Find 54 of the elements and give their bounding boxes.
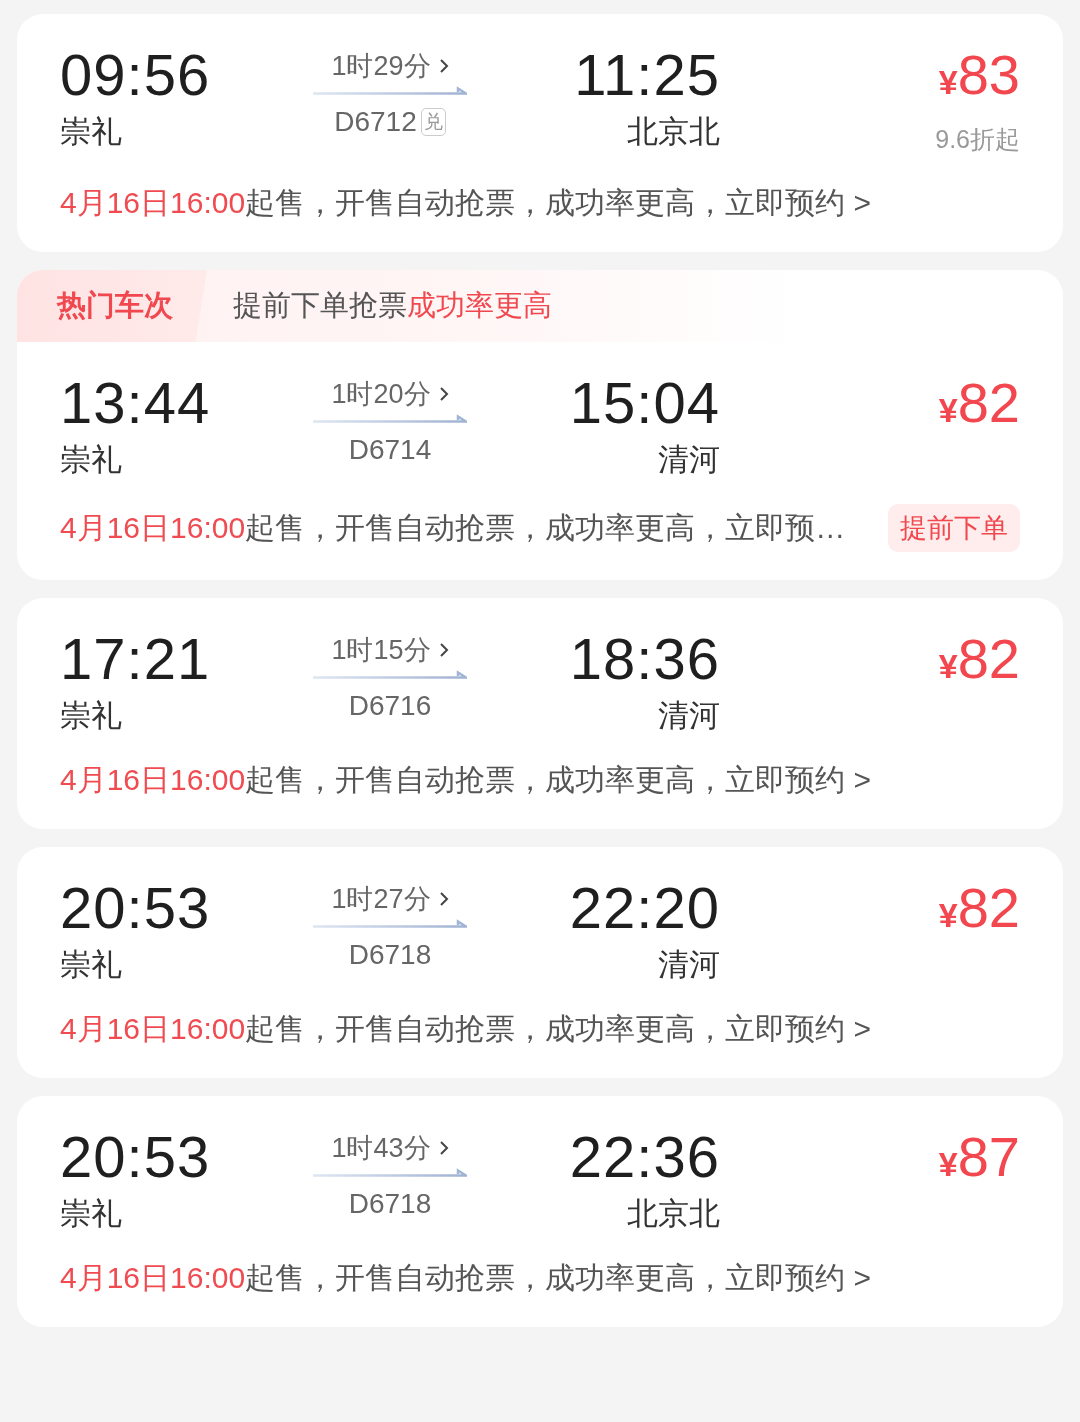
train-number: D6712	[334, 105, 417, 139]
chevron-icon	[438, 642, 449, 658]
sale-notice[interactable]: 4月16日16:00起售，开售自动抢票，成功率更高，立即预…	[60, 507, 846, 549]
train-number: D6718	[348, 1187, 432, 1221]
train-number: D6716	[348, 689, 432, 723]
price: ¥82	[938, 875, 1020, 941]
duration: 1时29分	[331, 50, 431, 83]
duration: 1时15分	[331, 634, 431, 667]
arrival-time: 22:20	[569, 874, 720, 942]
chevron-icon	[438, 386, 449, 402]
exchange-badge: 兑	[420, 108, 446, 136]
duration: 1时43分	[331, 1132, 431, 1165]
departure-time: 09:56	[60, 41, 211, 109]
price: ¥82	[938, 626, 1020, 692]
departure-station: 崇礼	[60, 441, 122, 479]
sale-notice[interactable]: 4月16日16:00起售，开售自动抢票，成功率更高，立即预约 >	[60, 760, 871, 801]
arrival-station: 清河	[658, 946, 720, 984]
discount-text: 9.6折起	[935, 124, 1020, 155]
chevron-icon	[438, 1140, 449, 1156]
duration: 1时20分	[331, 378, 431, 411]
departure-station: 崇礼	[60, 946, 122, 984]
arrival-time: 11:25	[574, 41, 720, 109]
arrival-station: 北京北	[627, 113, 720, 151]
price: ¥87	[938, 1124, 1020, 1190]
departure-time: 20:53	[60, 1123, 211, 1191]
train-card[interactable]: 20:53 崇礼 1时43分 D6718 22:36 北京北 ¥87 4月16日16:00起售，开售自动抢票，成功率更高，立即预约 >	[17, 1096, 1063, 1327]
train-number: D6718	[348, 938, 432, 972]
departure-station: 崇礼	[60, 1195, 122, 1233]
chevron-icon	[438, 58, 449, 74]
train-card[interactable]: 17:21 崇礼 1时15分 D6716 18:36 清河 ¥82 4月16日16:00起售，开售自动抢票，成功率更高，立即预约 >	[17, 598, 1063, 829]
price: ¥82	[938, 370, 1020, 436]
price: ¥83	[938, 42, 1020, 108]
arrival-station: 清河	[658, 697, 720, 735]
departure-time: 17:21	[60, 625, 211, 693]
sale-notice[interactable]: 4月16日16:00起售，开售自动抢票，成功率更高，立即预约 >	[60, 1258, 871, 1299]
train-number: D6714	[348, 433, 432, 467]
departure-time: 13:44	[60, 369, 211, 437]
arrival-station: 清河	[658, 441, 720, 479]
arrival-time: 22:36	[569, 1123, 720, 1191]
arrival-time: 15:04	[569, 369, 720, 437]
arrival-time: 18:36	[569, 625, 720, 693]
arrival-station: 北京北	[627, 1195, 720, 1233]
departure-station: 崇礼	[60, 113, 122, 151]
departure-station: 崇礼	[60, 697, 122, 735]
train-card[interactable]: 20:53 崇礼 1时27分 D6718 22:20 清河 ¥82 4月16日16:00起售，开售自动抢票，成功率更高，立即预约 >	[17, 847, 1063, 1078]
sale-notice[interactable]: 4月16日16:00起售，开售自动抢票，成功率更高，立即预约 >	[60, 183, 871, 224]
banner-text: 提前下单抢票成功率更高	[233, 288, 552, 323]
train-card[interactable]: 热门车次 提前下单抢票成功率更高 13:44 崇礼 1时20分 D6714 15:04 清河 ¥82 4月16日16:00起售，开售自动抢票，成功率更高，立即预… 提前下单	[17, 270, 1063, 580]
sale-notice[interactable]: 4月16日16:00起售，开售自动抢票，成功率更高，立即预约 >	[60, 1009, 871, 1050]
train-card[interactable]: 09:56 崇礼 1时29分 D6712 兑 11:25 北京北 ¥83 9.6折起 4月16日16:00起售，开售自动抢票，成功率更高，立即预约 >	[17, 14, 1063, 252]
departure-time: 20:53	[60, 874, 211, 942]
chevron-icon	[438, 891, 449, 907]
duration: 1时27分	[331, 883, 431, 916]
hot-tag: 热门车次	[17, 270, 207, 342]
